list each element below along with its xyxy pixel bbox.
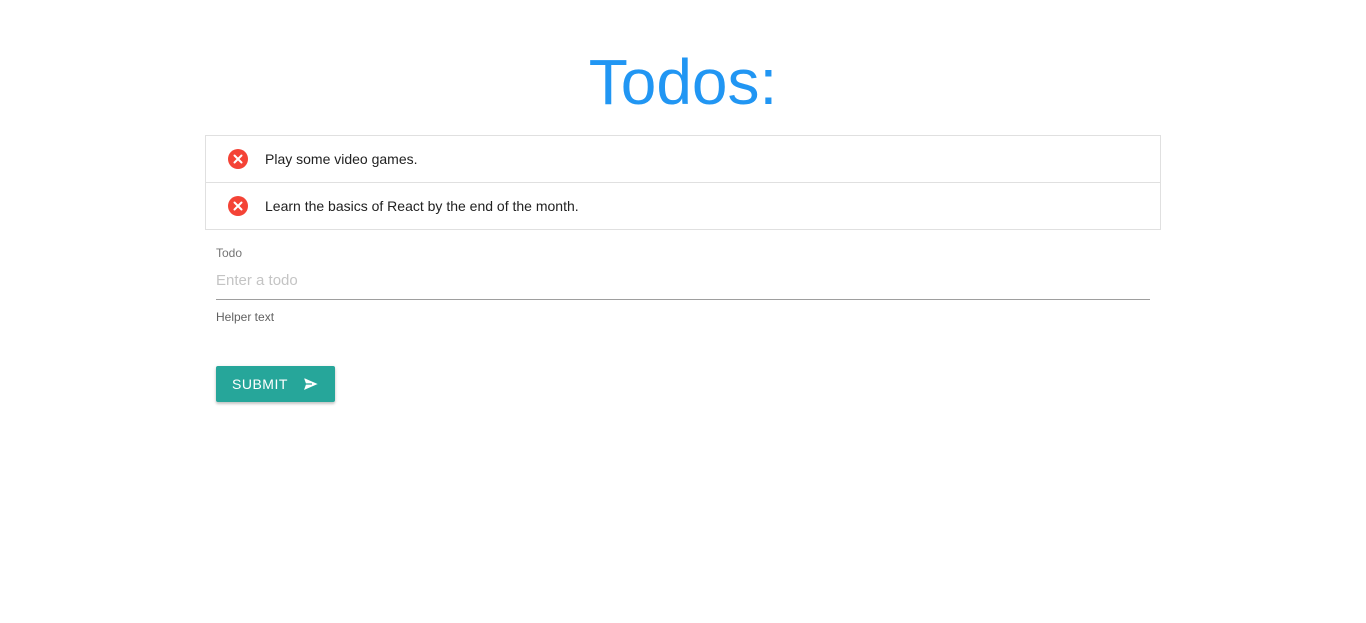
delete-todo-button[interactable] xyxy=(228,149,248,169)
helper-text: Helper text xyxy=(216,310,275,324)
close-circle-icon xyxy=(233,201,243,211)
delete-todo-button[interactable] xyxy=(228,196,248,216)
todo-list: Play some video games. Learn the basics … xyxy=(205,135,1161,230)
todo-text: Learn the basics of React by the end of … xyxy=(265,198,579,214)
todo-field-label: Todo xyxy=(216,246,243,260)
todo-field: Todo Helper text xyxy=(216,246,1150,324)
submit-button-label: SUBMIT xyxy=(232,376,288,392)
todo-input[interactable] xyxy=(216,272,1150,300)
send-icon xyxy=(302,376,320,392)
todo-item: Learn the basics of React by the end of … xyxy=(206,182,1160,229)
todo-text: Play some video games. xyxy=(265,151,418,167)
submit-button[interactable]: SUBMIT xyxy=(216,366,335,402)
todo-app: Todos: Play some video games. Learn the … xyxy=(0,0,1366,623)
close-circle-icon xyxy=(233,154,243,164)
page-title: Todos: xyxy=(588,46,778,118)
todo-item: Play some video games. xyxy=(206,136,1160,182)
